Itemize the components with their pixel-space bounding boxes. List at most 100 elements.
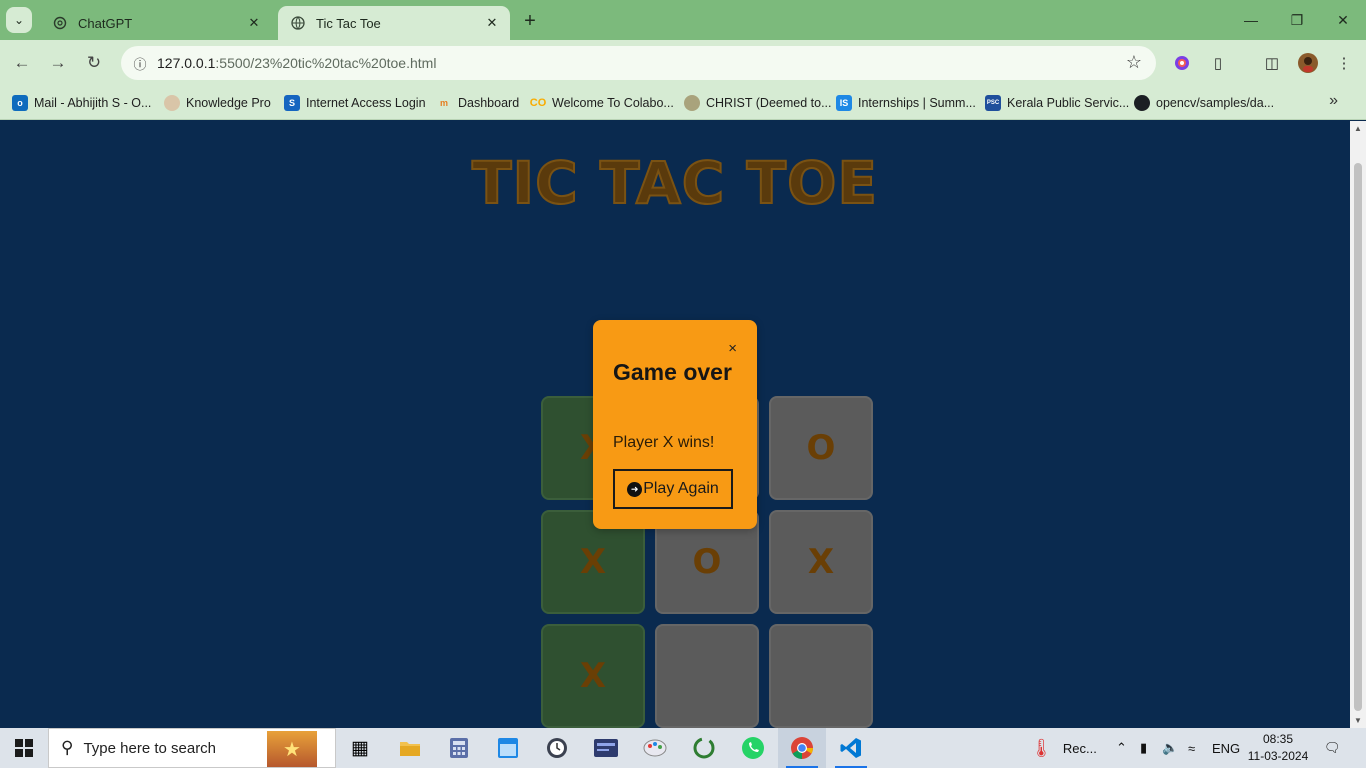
play-again-label: Play Again xyxy=(643,480,719,497)
show-hidden-icons-icon[interactable]: ⌃ xyxy=(1116,728,1127,768)
winner-message: Player X wins! xyxy=(613,434,715,451)
site-info-icon[interactable]: ⓘ xyxy=(129,52,151,74)
bookmark-kpsc[interactable]: PSC Kerala Public Servic... xyxy=(985,92,1129,114)
tab-search-button[interactable]: ⌄ xyxy=(6,7,32,33)
volume-icon[interactable]: 🔈 xyxy=(1162,728,1178,768)
start-button[interactable] xyxy=(0,728,48,768)
tab-title: Tic Tac Toe xyxy=(316,15,381,31)
notifications-icon[interactable]: 🗨 xyxy=(1324,728,1341,768)
refresh-app-icon[interactable] xyxy=(680,728,728,768)
avatar[interactable] xyxy=(1296,51,1320,75)
file-explorer-icon[interactable] xyxy=(386,728,434,768)
clock-date: 11-03-2024 xyxy=(1247,749,1309,763)
page-title: TIC TAC TOE xyxy=(471,148,879,218)
bookmark-label: Mail - Abhijith S - O... xyxy=(34,96,152,110)
christ-icon xyxy=(684,95,700,111)
taskbar-search[interactable]: ⚲ Type here to search ★ xyxy=(48,728,336,768)
tab-chatgpt[interactable]: ChatGPT ✕ xyxy=(40,6,272,40)
restore-button[interactable]: ❐ xyxy=(1274,0,1320,40)
more-bookmarks-icon[interactable]: » xyxy=(1329,92,1338,110)
extensions-icon[interactable]: ▯ xyxy=(1206,51,1230,75)
moodle-icon: m xyxy=(439,98,448,108)
weather-label: Rec... xyxy=(1062,740,1097,756)
page-scrollbar[interactable]: ▲ ▼ xyxy=(1350,121,1366,728)
close-icon[interactable]: × xyxy=(728,340,737,357)
close-icon[interactable]: ✕ xyxy=(244,13,264,33)
paint-icon[interactable] xyxy=(631,728,679,768)
address-bar[interactable]: ⓘ 127.0.0.1:5500/23%20tic%20tac%20toe.ht… xyxy=(121,46,1156,80)
menu-kebab-icon[interactable]: ⋮ xyxy=(1332,51,1356,75)
bookmark-colab[interactable]: CO Welcome To Colabo... xyxy=(530,92,674,114)
bookmark-mail[interactable]: o Mail - Abhijith S - O... xyxy=(12,92,151,114)
bookmark-star-icon[interactable]: ☆ xyxy=(1126,52,1142,73)
window-close-button[interactable]: ✕ xyxy=(1320,0,1366,40)
database-app-icon[interactable] xyxy=(582,728,630,768)
bookmark-label: Welcome To Colabo... xyxy=(552,96,674,110)
close-icon[interactable]: ✕ xyxy=(482,13,502,33)
taskbar-clock[interactable]: 08:35 11-03-2024 xyxy=(1245,731,1311,765)
globe-icon xyxy=(290,15,306,31)
sophos-icon: S xyxy=(284,95,300,111)
scroll-up-icon[interactable]: ▲ xyxy=(1353,124,1363,133)
minimize-button[interactable]: — xyxy=(1228,0,1274,40)
side-panel-icon[interactable]: ◫ xyxy=(1260,51,1284,75)
bookmark-opencv[interactable]: opencv/samples/da... xyxy=(1134,92,1274,114)
board-cell-6[interactable]: X xyxy=(769,510,873,614)
task-view-icon[interactable]: ▦ xyxy=(336,728,384,768)
play-again-button[interactable]: ➜ Play Again xyxy=(613,469,733,509)
calendar-icon[interactable] xyxy=(484,728,532,768)
bookmark-internet-access-login[interactable]: S Internet Access Login xyxy=(284,92,426,114)
bookmarks-bar: o Mail - Abhijith S - O... Knowledge Pro… xyxy=(0,86,1366,120)
calculator-icon[interactable] xyxy=(435,728,483,768)
bookmark-dashboard[interactable]: m Dashboard xyxy=(436,92,519,114)
weather-widget[interactable]: 🌡 Rec... xyxy=(1030,728,1097,768)
board-cell-3[interactable]: O xyxy=(769,396,873,500)
chatgpt-icon xyxy=(52,15,68,31)
github-icon xyxy=(1134,95,1150,111)
colab-icon: CO xyxy=(529,97,547,109)
language-indicator[interactable]: ENG xyxy=(1212,728,1240,768)
knowledge-pro-icon xyxy=(164,95,180,111)
kpsc-icon: PSC xyxy=(985,95,1001,111)
outlook-icon: o xyxy=(12,95,28,111)
browser-toolbar: ← → ↻ ⓘ 127.0.0.1:5500/23%20tic%20tac%20… xyxy=(0,40,1366,86)
modal-heading: Game over xyxy=(613,359,732,385)
vscode-icon[interactable] xyxy=(827,728,875,768)
scroll-down-icon[interactable]: ▼ xyxy=(1353,716,1363,725)
scrollbar-thumb[interactable] xyxy=(1354,163,1362,711)
tab-tic-tac-toe[interactable]: Tic Tac Toe ✕ xyxy=(278,6,510,40)
whatsapp-icon[interactable] xyxy=(729,728,777,768)
bookmark-knowledge-pro[interactable]: Knowledge Pro xyxy=(164,92,271,114)
board-cell-8[interactable] xyxy=(655,624,759,728)
bookmark-label: Internet Access Login xyxy=(306,96,426,110)
clock-app-icon[interactable] xyxy=(533,728,581,768)
reload-button[interactable]: ↻ xyxy=(80,49,108,77)
back-button[interactable]: ← xyxy=(8,49,36,77)
wifi-icon[interactable]: ≈ xyxy=(1188,728,1195,768)
bookmark-label: Dashboard xyxy=(458,96,520,110)
internshala-icon: IS xyxy=(836,95,852,111)
bookmark-label: Knowledge Pro xyxy=(186,96,271,110)
forward-button[interactable]: → xyxy=(44,49,72,77)
search-highlight-icon[interactable]: ★ xyxy=(267,731,317,767)
search-placeholder: Type here to search xyxy=(83,739,217,757)
chevron-down-icon: ⌄ xyxy=(13,13,25,27)
board-cell-7[interactable]: X xyxy=(541,624,645,728)
tab-strip: ⌄ ChatGPT ✕ Tic Tac Toe ✕ + — ❐ ✕ xyxy=(0,0,1366,40)
board-cell-9[interactable] xyxy=(769,624,873,728)
thermometer-icon: 🌡 xyxy=(1030,737,1053,758)
game-over-modal: × Game over Player X wins! ➜ Play Again xyxy=(593,320,757,529)
windows-taskbar: ⚲ Type here to search ★ ▦ 🌡 Rec... ⌃ ▮ 🔈… xyxy=(0,728,1366,768)
bookmark-internships[interactable]: IS Internships | Summ... xyxy=(836,92,976,114)
bookmark-christ[interactable]: CHRIST (Deemed to... xyxy=(684,92,832,114)
new-tab-button[interactable]: + xyxy=(518,9,542,33)
battery-icon[interactable]: ▮ xyxy=(1140,728,1147,768)
chrome-icon[interactable] xyxy=(778,728,826,768)
windows-logo-icon xyxy=(15,739,33,757)
tab-title: ChatGPT xyxy=(78,15,133,31)
clock-time: 08:35 xyxy=(1262,732,1294,746)
color-extension-icon[interactable] xyxy=(1170,51,1194,75)
url-text[interactable]: 127.0.0.1:5500/23%20tic%20tac%20toe.html xyxy=(157,55,436,71)
bookmark-label: opencv/samples/da... xyxy=(1156,96,1275,110)
bookmark-label: Internships | Summ... xyxy=(858,96,976,110)
